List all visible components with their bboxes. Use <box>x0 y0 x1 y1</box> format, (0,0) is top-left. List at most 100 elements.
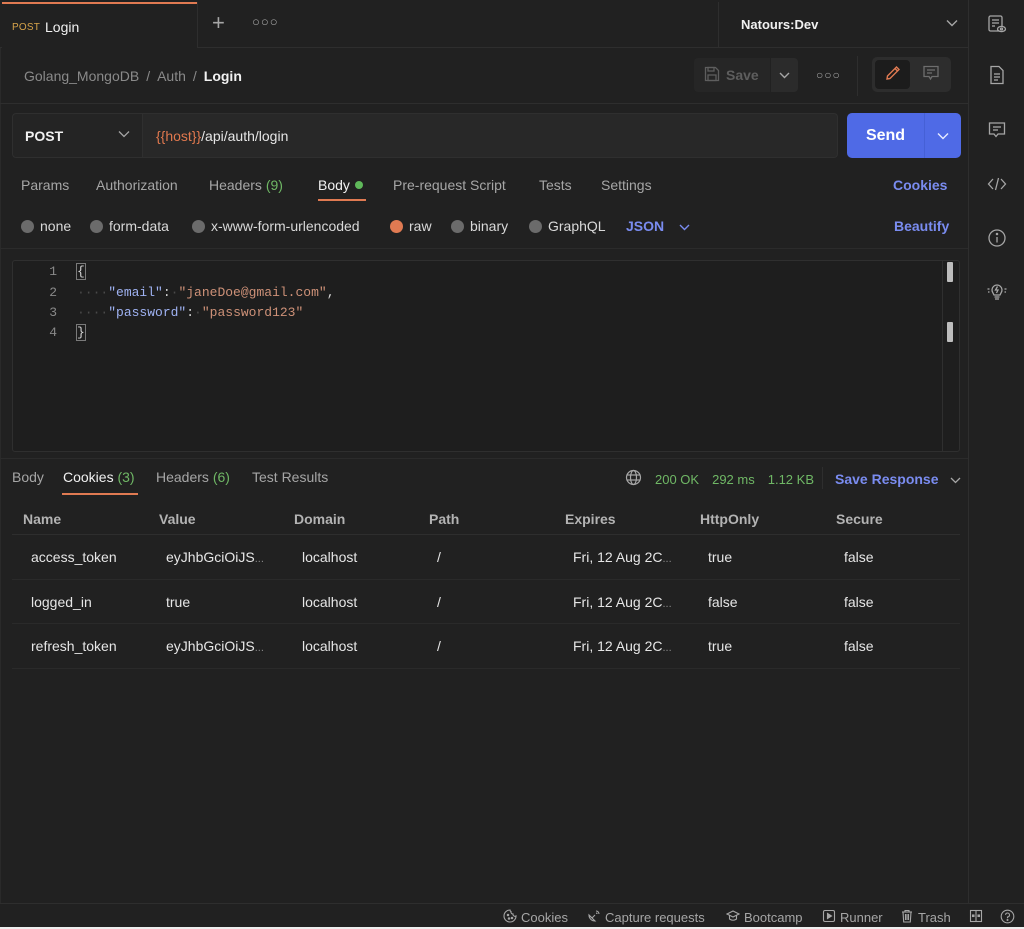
environment-selector[interactable]: Natours:Dev <box>718 2 968 48</box>
method-selector[interactable]: POST <box>12 113 143 158</box>
cell-value[interactable]: eyJhbGciOiJS... <box>166 549 264 565</box>
cell-text: true <box>708 549 733 565</box>
ellipsis-icon[interactable]: ○○○ <box>252 14 279 29</box>
cell-httponly[interactable]: false <box>708 594 738 610</box>
radio-circle <box>21 219 34 233</box>
beautify-button[interactable]: Beautify <box>894 218 949 234</box>
comments-icon[interactable] <box>986 119 1008 141</box>
status-bar: Cookies Capture requests Bootcamp Runner… <box>0 903 1024 929</box>
radio-form-data[interactable]: form-data <box>90 218 169 234</box>
cell-secure[interactable]: false <box>844 638 874 654</box>
response-meta: 200 OK 292 ms 1.12 KB <box>625 469 814 489</box>
tab-pre-request-script[interactable]: Pre-request Script <box>393 177 506 193</box>
scrollbar-thumb[interactable] <box>947 262 953 282</box>
table-row[interactable]: refresh_token eyJhbGciOiJS... localhost / Fr… <box>12 624 960 669</box>
save-options-dropdown[interactable] <box>771 58 798 92</box>
save-icon <box>704 66 720 85</box>
cell-expires[interactable]: Fri, 12 Aug 2C... <box>573 638 672 654</box>
statusbar-trash[interactable]: Trash <box>900 909 951 926</box>
statusbar-label: Cookies <box>521 910 568 925</box>
statusbar-runner[interactable]: Runner <box>822 909 883 926</box>
environment-quicklook-icon[interactable] <box>986 13 1008 35</box>
response-size[interactable]: 1.12 KB <box>768 472 814 487</box>
send-button[interactable]: Send <box>847 113 924 158</box>
cell-path[interactable]: / <box>437 638 441 654</box>
request-tabs: Params Authorization Headers (9) Body Pr… <box>0 168 968 204</box>
response-tab-headers[interactable]: Headers (6) <box>156 469 230 485</box>
cell-secure[interactable]: false <box>844 549 874 565</box>
editor-scrollbar[interactable] <box>942 261 959 451</box>
tab-headers[interactable]: Headers (9) <box>209 177 283 193</box>
statusbar-label: Bootcamp <box>744 910 803 925</box>
truncation-ellipsis: ... <box>662 642 672 654</box>
statusbar-label: Capture requests <box>605 910 705 925</box>
url-input[interactable]: {{host}}/api/auth/login <box>143 113 838 158</box>
cell-name[interactable]: refresh_token <box>31 638 117 654</box>
send-options-dropdown[interactable] <box>924 113 961 158</box>
radio-label: none <box>40 218 72 234</box>
request-tab-active[interactable]: POST Login <box>2 2 197 48</box>
cell-domain[interactable]: localhost <box>302 594 357 610</box>
breadcrumb-folder[interactable]: Auth <box>157 68 186 84</box>
cell-secure[interactable]: false <box>844 594 874 610</box>
two-pane-layout-icon[interactable] <box>969 909 983 923</box>
comment-mode-button[interactable] <box>913 60 948 89</box>
radio-none[interactable]: none <box>21 218 71 234</box>
radio-circle <box>451 219 464 233</box>
tab-headers-label: Headers <box>209 177 262 193</box>
response-tab-body[interactable]: Body <box>12 469 44 485</box>
cell-httponly[interactable]: true <box>708 638 732 654</box>
cell-domain[interactable]: localhost <box>302 549 357 565</box>
active-tab-underline <box>62 493 138 495</box>
cell-path[interactable]: / <box>437 549 441 565</box>
cell-httponly[interactable]: true <box>708 549 732 565</box>
raw-language-selector[interactable]: JSON <box>626 218 690 234</box>
radio-raw[interactable]: raw <box>390 218 432 234</box>
globe-icon[interactable] <box>625 469 642 489</box>
save-response-button[interactable]: Save Response <box>835 471 961 487</box>
cell-name[interactable]: logged_in <box>31 594 92 610</box>
body-code-editor[interactable]: 1 { 2 ····"email":·"janeDoe@gmail.com", … <box>12 260 960 452</box>
statusbar-cookies[interactable]: Cookies <box>503 909 568 926</box>
cell-text: / <box>437 593 441 610</box>
tab-settings[interactable]: Settings <box>601 177 652 193</box>
response-tab-cookies[interactable]: Cookies (3) <box>63 469 135 485</box>
statusbar-capture-requests[interactable]: Capture requests <box>587 909 705 926</box>
cell-expires[interactable]: Fri, 12 Aug 2C... <box>573 549 672 565</box>
response-status-code[interactable]: 200 OK <box>655 472 699 487</box>
breadcrumb-collection[interactable]: Golang_MongoDB <box>24 68 139 84</box>
table-row[interactable]: logged_in true localhost / Fri, 12 Aug 2C...… <box>12 580 960 624</box>
radio-graphql[interactable]: GraphQL <box>529 218 606 234</box>
cell-name[interactable]: access_token <box>31 549 117 565</box>
code-icon[interactable] <box>986 173 1008 195</box>
documentation-icon[interactable] <box>986 64 1008 86</box>
response-time[interactable]: 292 ms <box>712 472 755 487</box>
breadcrumb-current[interactable]: Login <box>204 68 242 84</box>
radio-binary[interactable]: binary <box>451 218 508 234</box>
tab-tests[interactable]: Tests <box>539 177 572 193</box>
cell-value[interactable]: eyJhbGciOiJS... <box>166 638 264 654</box>
more-actions-icon[interactable]: ○○○ <box>816 68 841 82</box>
close-brace: } <box>76 324 86 341</box>
plus-icon[interactable]: + <box>212 12 225 34</box>
tab-params[interactable]: Params <box>21 177 69 193</box>
cell-domain[interactable]: localhost <box>302 638 357 654</box>
cell-value[interactable]: true <box>166 594 190 610</box>
response-tab-test-results[interactable]: Test Results <box>252 469 328 485</box>
help-icon[interactable] <box>1000 909 1015 924</box>
graduation-cap-icon <box>725 909 741 926</box>
save-button[interactable]: Save <box>694 58 770 92</box>
table-row[interactable]: access_token eyJhbGciOiJS... localhost / Fri… <box>12 535 960 580</box>
edit-mode-button[interactable] <box>875 60 910 89</box>
statusbar-bootcamp[interactable]: Bootcamp <box>725 909 803 926</box>
column-header-secure: Secure <box>836 511 883 527</box>
cookies-link[interactable]: Cookies <box>893 177 947 193</box>
code-line: } <box>76 324 86 341</box>
info-icon[interactable] <box>986 227 1008 249</box>
cell-expires[interactable]: Fri, 12 Aug 2C... <box>573 594 672 610</box>
tab-body[interactable]: Body <box>318 177 363 193</box>
radio-x-www-form-urlencoded[interactable]: x-www-form-urlencoded <box>192 218 360 234</box>
cell-path[interactable]: / <box>437 594 441 610</box>
tab-authorization[interactable]: Authorization <box>96 177 178 193</box>
lightbulb-icon[interactable] <box>986 281 1008 303</box>
